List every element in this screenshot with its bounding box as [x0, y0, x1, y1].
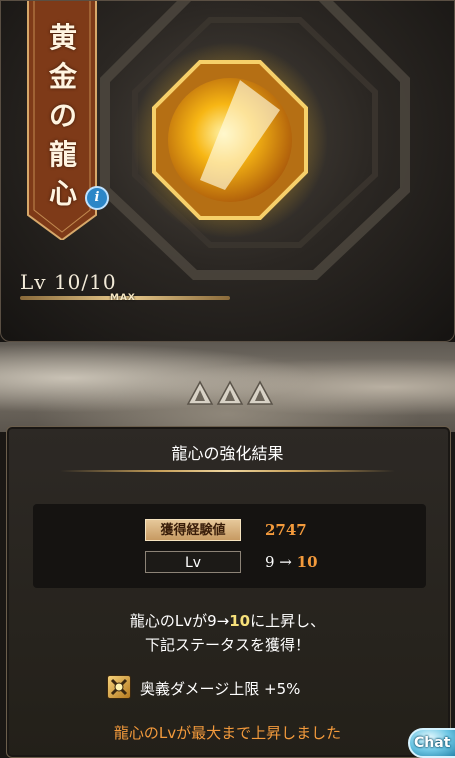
ougi-damage-icon — [107, 675, 131, 699]
lv-change: 9 → 10 — [265, 553, 318, 571]
dragon-heart-orb — [132, 42, 328, 238]
title-divider — [60, 470, 395, 472]
exp-value: 2747 — [265, 521, 307, 539]
dragon-heart-display: 黄金の龍心 i Lv 10/10 MAX — [0, 0, 455, 342]
result-panel — [6, 426, 451, 758]
status-gain-message: 下記ステータスを獲得！ — [144, 636, 310, 654]
item-name: 黄金の龍心 — [48, 21, 77, 210]
max-label: MAX — [110, 293, 136, 303]
chat-button-label[interactable]: Chat — [414, 735, 450, 751]
bonus-stat: 奥義ダメージ上限 +5% — [140, 680, 301, 698]
lv-to: 10 — [296, 553, 318, 571]
triangle-progress-icon — [186, 380, 274, 405]
max-level-message: 龍心のLvが最大まで上昇しました — [113, 724, 342, 742]
lv-label: Lv — [145, 551, 241, 573]
levelup-prefix: 龍心のLvが9→ — [129, 612, 230, 630]
level-indicator: Lv 10/10 — [20, 270, 117, 294]
lv-from: 9 → — [265, 553, 292, 571]
levelup-message: 龍心のLvが9→10に上昇し、 — [0, 610, 455, 631]
stats-box — [33, 504, 426, 588]
levelup-highlight: 10 — [229, 612, 251, 630]
exp-label: 獲得経験値 — [145, 519, 241, 541]
info-icon[interactable]: i — [85, 186, 109, 210]
panel-title: 龍心の強化結果 — [171, 444, 284, 463]
levelup-suffix: に上昇し、 — [250, 612, 326, 630]
